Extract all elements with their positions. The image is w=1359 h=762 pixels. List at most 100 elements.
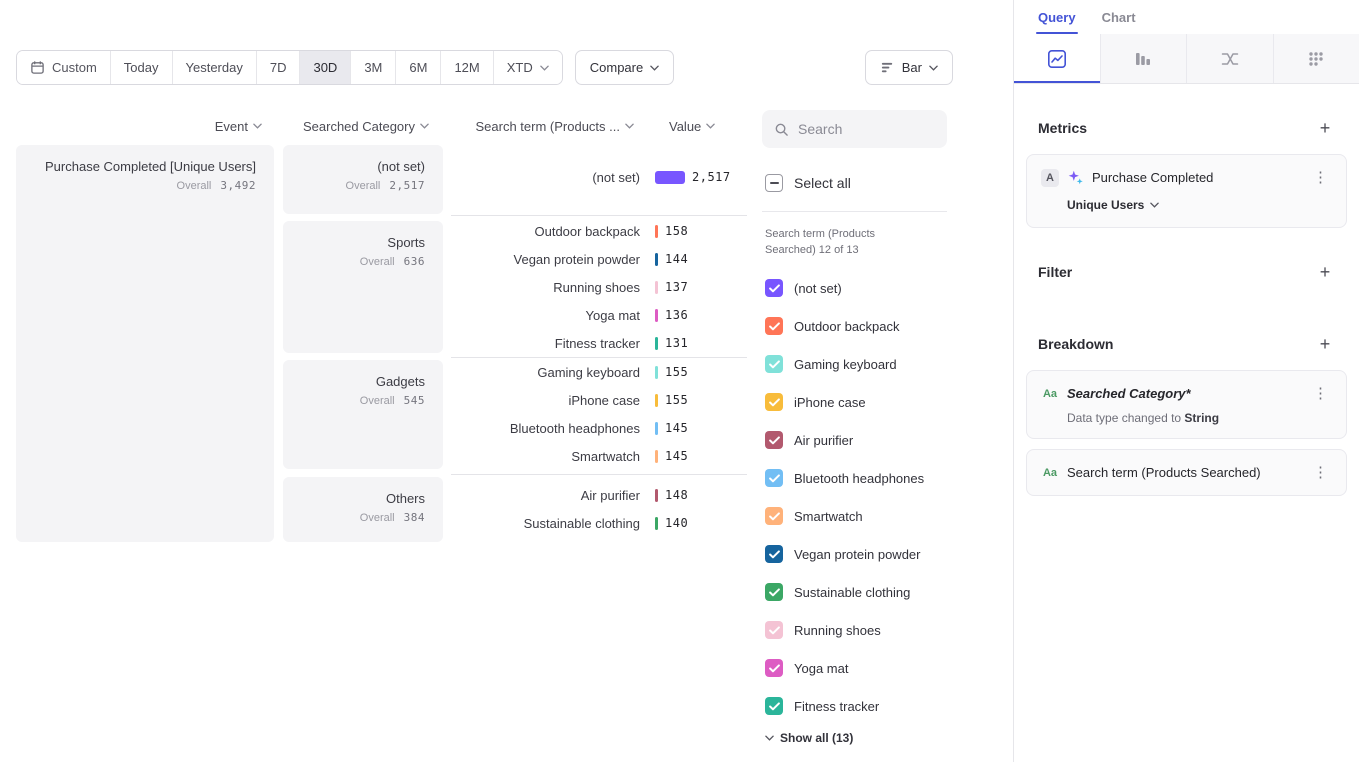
- column-header-search-term[interactable]: Search term (Products ...: [451, 117, 634, 135]
- category-cell: Gadgets Overall545: [283, 360, 443, 469]
- value-bar[interactable]: [655, 309, 658, 322]
- range-xtd-button[interactable]: XTD: [493, 51, 562, 84]
- column-header-searched-category[interactable]: Searched Category: [283, 117, 429, 135]
- calendar-icon: [30, 60, 45, 75]
- compare-button[interactable]: Compare: [575, 50, 674, 85]
- range-30d-button[interactable]: 30D: [299, 51, 350, 84]
- legend-search: [762, 110, 947, 148]
- legend-search-input[interactable]: [798, 121, 928, 137]
- legend-item[interactable]: Bluetooth headphones: [765, 459, 924, 497]
- legend-checkbox[interactable]: [765, 317, 783, 335]
- legend-checkbox[interactable]: [765, 279, 783, 297]
- tab-flows[interactable]: [1186, 34, 1273, 83]
- legend-item[interactable]: Vegan protein powder: [765, 535, 924, 573]
- legend-checkbox[interactable]: [765, 469, 783, 487]
- legend-checkbox[interactable]: [765, 659, 783, 677]
- range-3m-button[interactable]: 3M: [350, 51, 395, 84]
- breakdown-card[interactable]: Aa Search term (Products Searched) ⋮: [1026, 449, 1347, 496]
- value-bar[interactable]: [655, 517, 658, 530]
- check-icon: [769, 588, 780, 597]
- tab-query[interactable]: Query: [1038, 0, 1076, 34]
- range-6m-button[interactable]: 6M: [395, 51, 440, 84]
- value-bar[interactable]: [655, 394, 658, 407]
- column-header-event[interactable]: Event: [16, 117, 262, 135]
- tab-chart[interactable]: Chart: [1102, 0, 1136, 34]
- value-bar[interactable]: [655, 281, 658, 294]
- check-icon: [769, 360, 780, 369]
- custom-date-label: Custom: [52, 60, 97, 75]
- tab-insights[interactable]: [1014, 34, 1100, 83]
- add-metric-button[interactable]: +: [1315, 118, 1335, 138]
- legend-item[interactable]: Yoga mat: [765, 649, 924, 687]
- legend-item[interactable]: (not set): [765, 269, 924, 307]
- range-yesterday-button[interactable]: Yesterday: [172, 51, 256, 84]
- legend-item[interactable]: iPhone case: [765, 383, 924, 421]
- legend-item-label: Running shoes: [794, 623, 881, 638]
- legend-item[interactable]: Sustainable clothing: [765, 573, 924, 611]
- value-bar[interactable]: [655, 225, 658, 238]
- metric-card[interactable]: A Purchase Completed ⋮ Unique Users: [1026, 154, 1347, 228]
- metric-event-name[interactable]: Purchase Completed: [1092, 170, 1213, 185]
- select-all-checkbox[interactable]: [765, 174, 783, 192]
- search-term-label: Vegan protein powder: [451, 252, 640, 267]
- range-12m-button[interactable]: 12M: [440, 51, 492, 84]
- value-label: 145: [665, 421, 688, 435]
- value-bar[interactable]: [655, 489, 658, 502]
- value-bar[interactable]: [655, 366, 658, 379]
- tab-retention[interactable]: [1273, 34, 1359, 83]
- legend-checkbox[interactable]: [765, 545, 783, 563]
- legend-checkbox[interactable]: [765, 697, 783, 715]
- value-bar[interactable]: [655, 422, 658, 435]
- check-icon: [769, 512, 780, 521]
- legend-item[interactable]: Gaming keyboard: [765, 345, 924, 383]
- chart-type-button[interactable]: Bar: [865, 50, 953, 85]
- check-icon: [769, 550, 780, 559]
- custom-date-button[interactable]: Custom: [17, 51, 110, 84]
- range-7d-button[interactable]: 7D: [256, 51, 300, 84]
- legend-checkbox[interactable]: [765, 621, 783, 639]
- check-icon: [769, 284, 780, 293]
- measure-selector[interactable]: Unique Users: [1067, 198, 1159, 212]
- legend-item[interactable]: Outdoor backpack: [765, 307, 924, 345]
- metrics-section-header: Metrics +: [1038, 118, 1335, 138]
- breakdown-property-name[interactable]: Searched Category*: [1067, 386, 1191, 401]
- search-icon: [774, 122, 789, 137]
- breakdown-property-name[interactable]: Search term (Products Searched): [1067, 465, 1261, 480]
- breakdown-title: Breakdown: [1038, 336, 1113, 352]
- value-bar[interactable]: [655, 171, 685, 184]
- legend-checkbox[interactable]: [765, 431, 783, 449]
- legend-item[interactable]: Smartwatch: [765, 497, 924, 535]
- select-all-row[interactable]: Select all: [765, 174, 851, 192]
- tab-funnels[interactable]: [1100, 34, 1187, 83]
- breakdown-card[interactable]: Aa Searched Category* ⋮ Data type change…: [1026, 370, 1347, 439]
- column-header-value[interactable]: Value: [669, 117, 715, 135]
- range-today-button[interactable]: Today: [110, 51, 172, 84]
- value-bar[interactable]: [655, 253, 658, 266]
- kebab-menu-icon[interactable]: ⋮: [1309, 384, 1332, 403]
- value-bar[interactable]: [655, 337, 658, 350]
- value-bar[interactable]: [655, 450, 658, 463]
- report-type-tabs: [1014, 34, 1359, 84]
- legend-checkbox[interactable]: [765, 393, 783, 411]
- term-rows-group: Air purifier 148 Sustainable clothing 14…: [451, 481, 747, 537]
- add-breakdown-button[interactable]: +: [1315, 334, 1335, 354]
- show-all-link[interactable]: Show all (13): [765, 731, 853, 745]
- legend-item[interactable]: Running shoes: [765, 611, 924, 649]
- table-row: Fitness tracker 131: [451, 329, 747, 357]
- legend-checkbox[interactable]: [765, 507, 783, 525]
- breakdown-note: Data type changed to String: [1067, 411, 1332, 425]
- date-range-segmented-control: Custom Today Yesterday 7D 30D 3M 6M 12M …: [16, 50, 563, 85]
- query-panel-tabs: Query Chart: [1014, 0, 1359, 34]
- legend-item[interactable]: Fitness tracker: [765, 687, 924, 725]
- legend-divider: [762, 211, 947, 212]
- indeterminate-dash-icon: [770, 182, 779, 184]
- search-term-label: Smartwatch: [451, 449, 640, 464]
- term-rows-group: (not set) 2,517: [451, 163, 747, 191]
- legend-item[interactable]: Air purifier: [765, 421, 924, 459]
- search-term-label: Fitness tracker: [451, 336, 640, 351]
- add-filter-button[interactable]: +: [1315, 262, 1335, 282]
- legend-checkbox[interactable]: [765, 583, 783, 601]
- kebab-menu-icon[interactable]: ⋮: [1309, 463, 1332, 482]
- legend-checkbox[interactable]: [765, 355, 783, 373]
- kebab-menu-icon[interactable]: ⋮: [1309, 168, 1332, 187]
